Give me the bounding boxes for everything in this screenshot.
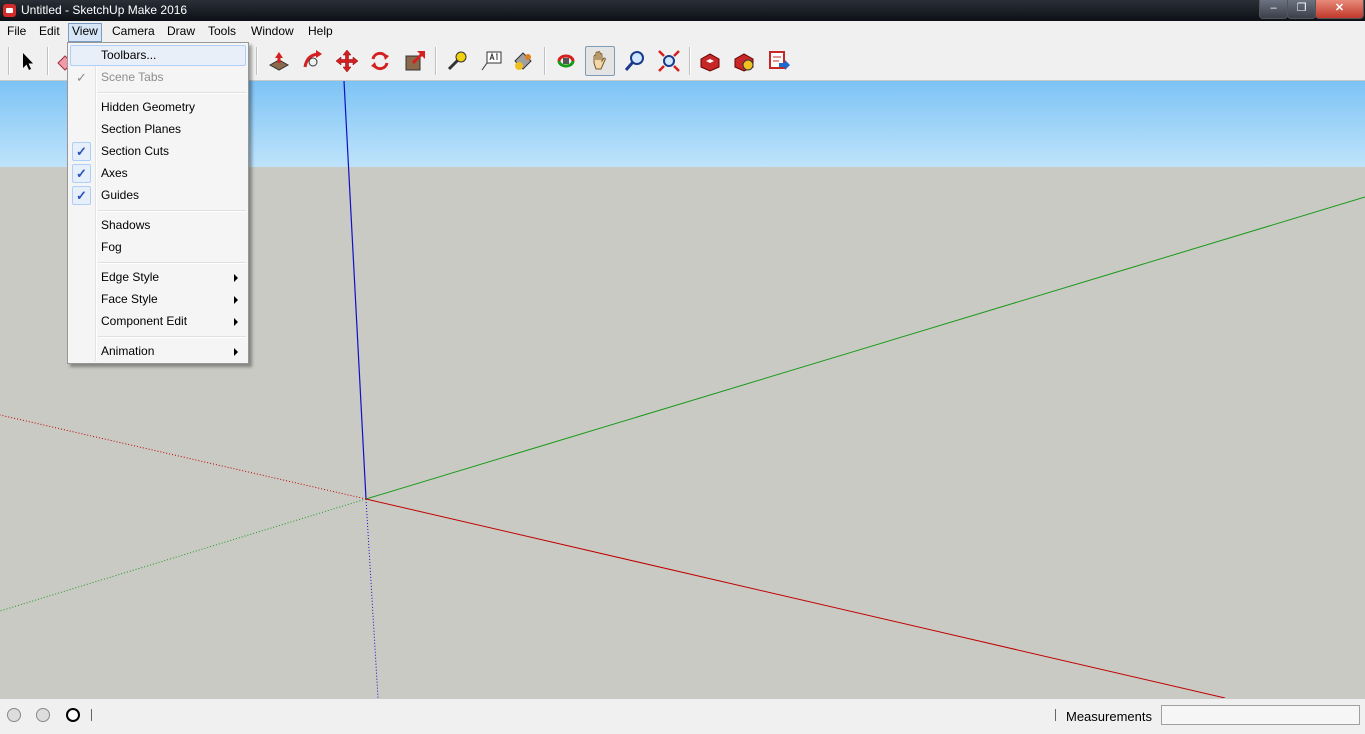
menu-file[interactable]: File	[4, 23, 29, 40]
menu-item-toolbars[interactable]: Toolbars...	[70, 45, 246, 66]
text-label-icon	[481, 51, 502, 71]
menu-window[interactable]: Window	[248, 23, 297, 40]
send-to-layout-icon	[769, 51, 790, 70]
paint-bucket-icon	[514, 52, 532, 70]
menu-item-guides[interactable]: ✓ Guides	[70, 185, 246, 206]
menu-item-axes[interactable]: ✓ Axes	[70, 163, 246, 184]
toolbar-separator	[256, 47, 258, 75]
menu-separator	[98, 262, 246, 264]
extension-warehouse-icon	[734, 53, 754, 72]
extension-warehouse-button[interactable]	[729, 46, 759, 76]
follow-me-icon	[303, 50, 322, 68]
close-button[interactable]: ✕	[1315, 0, 1364, 19]
zoom-extents-tool-button[interactable]	[654, 46, 684, 76]
credits-icon[interactable]	[36, 708, 50, 722]
menu-item-section-planes[interactable]: Section Planes	[70, 119, 246, 140]
measurements-input[interactable]	[1161, 705, 1360, 725]
orbit-tool-button[interactable]	[551, 46, 581, 76]
select-tool-button[interactable]	[12, 46, 42, 76]
menu-item-shadows[interactable]: Shadows	[70, 215, 246, 236]
menu-separator	[98, 336, 246, 338]
menu-tools[interactable]: Tools	[205, 23, 239, 40]
menu-item-animation[interactable]: Animation	[70, 341, 246, 362]
user-account-icon[interactable]	[66, 708, 80, 722]
menu-separator	[98, 210, 246, 212]
menu-item-section-cuts[interactable]: ✓ Section Cuts	[70, 141, 246, 162]
view-menu-dropdown: Toolbars... ✓ Scene Tabs Hidden Geometry…	[67, 42, 249, 364]
status-separator	[1055, 709, 1056, 721]
menu-item-hidden-geometry[interactable]: Hidden Geometry	[70, 97, 246, 118]
tape-measure-tool-button[interactable]	[442, 46, 472, 76]
submenu-arrow-icon	[234, 318, 238, 326]
move-icon	[335, 49, 359, 73]
check-mark-icon: ✓	[72, 164, 91, 183]
3d-warehouse-icon	[700, 53, 720, 72]
submenu-arrow-icon	[234, 348, 238, 356]
orbit-icon	[557, 54, 575, 68]
red-axis-positive	[365, 498, 1226, 698]
select-arrow-icon	[23, 53, 33, 70]
send-to-layout-button[interactable]	[764, 46, 794, 76]
paint-bucket-tool-button[interactable]	[508, 46, 538, 76]
move-tool-button[interactable]	[332, 46, 362, 76]
zoom-magnifier-icon	[624, 51, 644, 71]
pan-hand-icon	[593, 51, 606, 70]
maximize-button[interactable]: ❐	[1287, 0, 1316, 19]
zoom-extents-icon	[658, 50, 680, 72]
rotate-tool-button[interactable]	[365, 46, 395, 76]
blue-axis-negative	[365, 498, 379, 698]
rotate-icon	[371, 51, 389, 71]
status-bar: Measurements	[0, 698, 1365, 734]
minimize-button[interactable]: ‒	[1259, 0, 1288, 19]
blue-axis-positive	[343, 81, 367, 500]
menu-camera[interactable]: Camera	[109, 23, 158, 40]
geo-location-icon[interactable]	[7, 708, 21, 722]
status-separator	[91, 709, 92, 721]
text-tool-button[interactable]	[476, 46, 506, 76]
measurements-label: Measurements	[1066, 709, 1152, 724]
menu-item-component-edit[interactable]: Component Edit	[70, 311, 246, 332]
push-pull-icon	[268, 52, 290, 71]
menu-edit[interactable]: Edit	[36, 23, 63, 40]
follow-me-tool-button[interactable]	[298, 46, 328, 76]
toolbar-separator	[689, 47, 691, 75]
tape-measure-icon	[447, 51, 467, 71]
menu-view[interactable]: View	[68, 23, 102, 42]
check-mark-icon: ✓	[72, 186, 91, 205]
toolbar-separator	[544, 47, 546, 75]
check-mark-icon: ✓	[72, 142, 91, 161]
scale-tool-button[interactable]	[400, 46, 430, 76]
window-title: Untitled - SketchUp Make 2016	[21, 3, 188, 17]
menu-draw[interactable]: Draw	[164, 23, 198, 40]
menu-item-face-style[interactable]: Face Style	[70, 289, 246, 310]
title-bar: Untitled - SketchUp Make 2016 ‒ ❐ ✕	[0, 0, 1365, 21]
menu-bar: File Edit View Camera Draw Tools Window …	[0, 21, 1365, 42]
menu-item-fog[interactable]: Fog	[70, 237, 246, 258]
submenu-arrow-icon	[234, 296, 238, 304]
green-axis-negative	[0, 498, 367, 612]
sketchup-logo-icon	[3, 4, 16, 17]
menu-separator	[98, 92, 246, 94]
toolbar-grip	[8, 47, 10, 75]
push-pull-tool-button[interactable]	[264, 46, 294, 76]
3d-warehouse-button[interactable]	[695, 46, 725, 76]
check-mark-icon: ✓	[76, 70, 87, 85]
zoom-tool-button[interactable]	[620, 46, 650, 76]
red-axis-negative	[0, 414, 367, 500]
pan-tool-button[interactable]	[585, 46, 615, 76]
menu-item-scene-tabs[interactable]: ✓ Scene Tabs	[70, 67, 246, 88]
menu-item-edge-style[interactable]: Edge Style	[70, 267, 246, 288]
submenu-arrow-icon	[234, 274, 238, 282]
menu-help[interactable]: Help	[305, 23, 336, 40]
scale-icon	[405, 51, 425, 71]
toolbar-separator	[435, 47, 437, 75]
green-axis-positive	[365, 196, 1365, 500]
toolbar-separator	[47, 47, 49, 75]
